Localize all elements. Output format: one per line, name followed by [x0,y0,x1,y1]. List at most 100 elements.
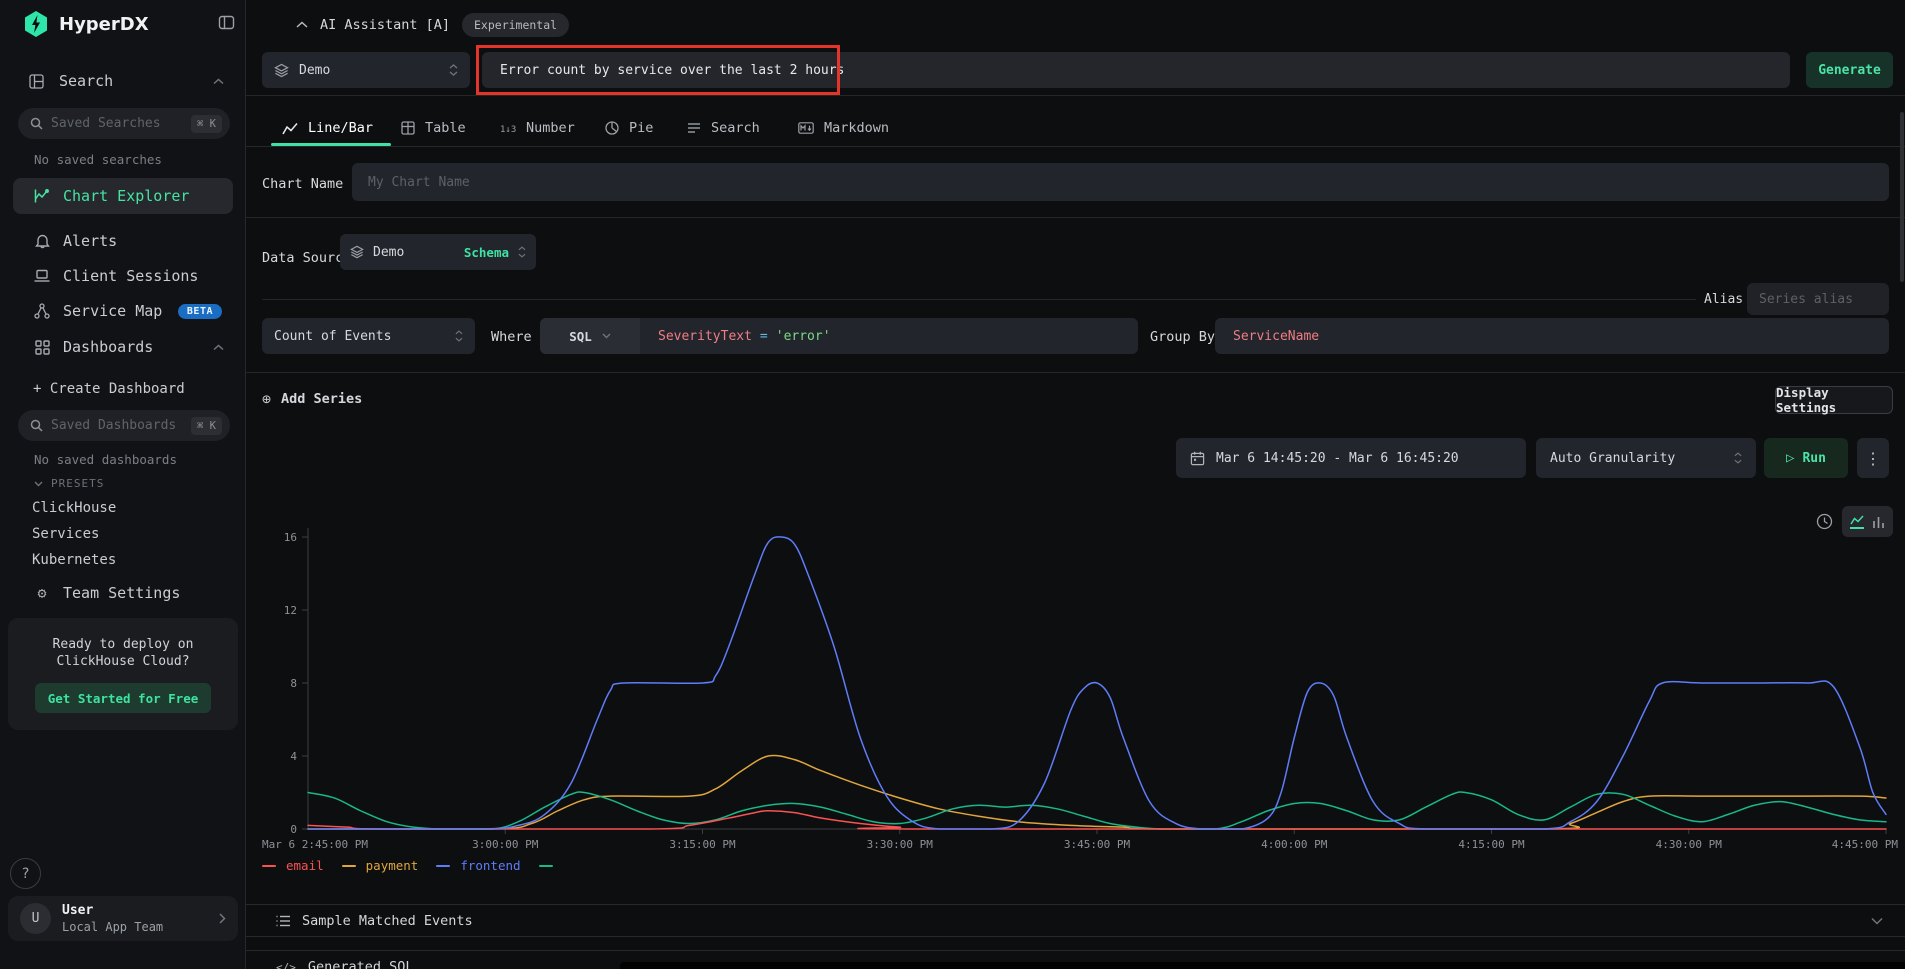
tab-markdown[interactable]: Markdown [798,113,889,143]
granularity-select[interactable]: Auto Granularity [1536,438,1756,478]
list-icon [276,915,290,927]
alias-input[interactable]: Series alias [1747,283,1889,315]
language-value: SQL [569,329,592,344]
alias-divider [262,299,1696,300]
sample-events-panel-header[interactable]: Sample Matched Events [246,904,1905,937]
chevron-right-icon [219,913,226,924]
legend-dash[interactable] [539,865,553,867]
alerts-label: Alerts [63,232,117,250]
tab-number[interactable]: 1↓3 Number [500,113,575,143]
sidebar-item-dashboards[interactable]: Dashboards [0,332,246,362]
sidebar-section-search[interactable]: Search [0,66,246,96]
svg-text:4:00:00 PM: 4:00:00 PM [1261,838,1328,851]
select-caret-icon [449,64,458,76]
date-range-picker[interactable]: Mar 6 14:45:20 - Mar 6 16:45:20 [1176,438,1526,478]
user-menu[interactable]: U User Local App Team [8,896,238,941]
tab-table[interactable]: Table [401,113,466,143]
sql-operator-token: = [760,329,768,344]
select-caret-icon [1734,452,1742,464]
presets-toggle[interactable]: PRESETS [34,477,104,490]
svg-text:4:30:00 PM: 4:30:00 PM [1656,838,1723,851]
legend-dash[interactable] [436,865,450,867]
experimental-badge: Experimental [462,13,569,37]
chevron-up-icon[interactable] [213,344,224,351]
chart-explorer-label: Chart Explorer [63,187,189,205]
line-chart[interactable]: 0481216Mar 6 2:45:00 PM3:00:00 PM3:15:00… [246,500,1905,856]
service-map-label: Service Map [63,302,162,320]
chart-name-placeholder: My Chart Name [368,175,470,190]
group-by-input[interactable]: ServiceName [1215,318,1889,354]
ai-assistant-collapse-icon[interactable] [296,21,308,29]
legend-dash[interactable] [342,865,356,867]
layers-icon [350,245,364,259]
preset-services[interactable]: Services [0,521,246,547]
display-settings-label: Display Settings [1776,385,1892,415]
sidebar-item-alerts[interactable]: Alerts [0,226,246,256]
aggregation-select[interactable]: Count of Events [262,318,475,354]
tab-label: Pie [629,120,653,136]
data-source-select[interactable]: Demo Schema [340,234,536,270]
no-saved-dashboards-note: No saved dashboards [34,452,177,467]
preset-clickhouse[interactable]: ClickHouse [0,495,246,521]
line-chart-icon [282,122,298,135]
bottom-scrollbar[interactable] [620,962,1905,969]
search-section-label: Search [59,72,113,90]
vertical-scrollbar-thumb[interactable] [1900,112,1904,282]
svg-text:0: 0 [290,823,297,836]
legend-label[interactable]: payment [366,858,419,873]
create-dashboard-button[interactable]: + Create Dashboard [0,374,246,404]
chart-name-input[interactable]: My Chart Name [352,163,1889,201]
display-settings-button[interactable]: Display Settings [1775,386,1893,414]
sidebar-collapse-icon[interactable] [218,14,235,31]
shortcut-badge: ⌘ K [191,115,222,133]
get-started-button[interactable]: Get Started for Free [35,683,211,713]
help-button[interactable]: ? [10,858,41,889]
question-icon: ? [21,866,29,882]
add-series-button[interactable]: ⊕ Add Series [262,390,362,408]
create-dashboard-label: + Create Dashboard [33,381,185,397]
tab-search[interactable]: Search [687,113,760,143]
sidebar-item-client-sessions[interactable]: Client Sessions [0,261,246,291]
main-content: AI Assistant [A] Experimental Demo Error… [246,0,1905,969]
tab-pie[interactable]: Pie [605,113,653,143]
logo-text: HyperDX [59,14,149,35]
tab-line-bar[interactable]: Line/Bar [282,113,373,143]
svg-text:4:15:00 PM: 4:15:00 PM [1458,838,1525,851]
language-select[interactable]: SQL [540,318,640,354]
sidebar: HyperDX Search Saved Searches ⌘ K [0,0,246,969]
svg-text:3:15:00 PM: 3:15:00 PM [669,838,736,851]
search-icon [30,418,43,434]
saved-searches-input[interactable]: Saved Searches ⌘ K [18,108,230,139]
sidebar-item-chart-explorer[interactable]: Chart Explorer [13,178,233,214]
sidebar-item-service-map[interactable]: Service Map BETA [0,296,246,326]
no-saved-searches-note: No saved searches [34,152,162,167]
pie-chart-icon [605,121,619,135]
generated-sql-label: Generated SQL [308,959,414,969]
list-search-icon [687,122,701,134]
chart-explorer-icon [34,188,50,204]
chart-legend: email payment frontend [262,858,553,873]
more-options-button[interactable]: ⋮ [1857,438,1889,478]
where-input-group: SQL SeverityText = 'error' [540,318,1138,354]
sidebar-item-team-settings[interactable]: ⚙ Team Settings [0,578,246,608]
chevron-up-icon[interactable] [213,78,224,85]
ai-source-select[interactable]: Demo [262,52,470,88]
preset-label: Services [32,526,99,542]
promo-text: Ready to deploy on ClickHouse Cloud? [24,636,222,670]
clickhouse-promo-card: Ready to deploy on ClickHouse Cloud? Get… [8,618,238,730]
where-expression-input[interactable]: SeverityText = 'error' [640,329,849,344]
preset-label: ClickHouse [32,500,116,516]
where-label: Where [491,329,532,345]
saved-dashboards-input[interactable]: Saved Dashboards ⌘ K [18,410,230,441]
number-icon: 1↓3 [500,122,516,135]
legend-label[interactable]: frontend [460,858,520,873]
svg-text:Mar 6 2:45:00 PM: Mar 6 2:45:00 PM [262,838,368,851]
schema-link[interactable]: Schema [464,245,509,260]
ai-prompt-input[interactable]: Error count by service over the last 2 h… [482,52,1790,88]
run-button[interactable]: ▷ Run [1764,438,1848,478]
legend-dash[interactable] [262,865,276,867]
preset-kubernetes[interactable]: Kubernetes [0,547,246,573]
legend-label[interactable]: email [286,858,324,873]
tab-label: Line/Bar [308,120,373,136]
generate-button[interactable]: Generate [1806,52,1893,88]
